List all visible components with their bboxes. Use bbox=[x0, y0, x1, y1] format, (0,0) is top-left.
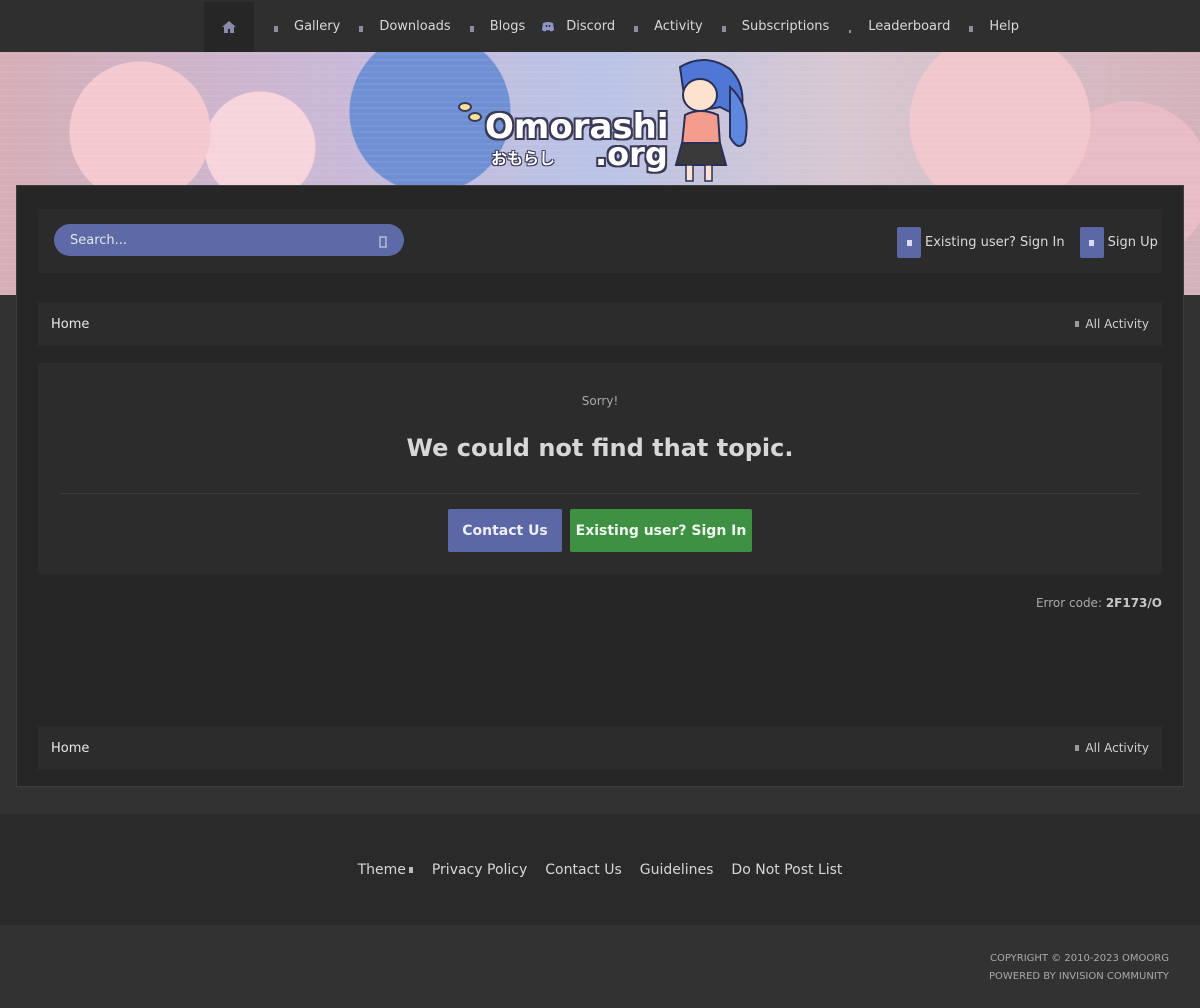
user-links: Existing user? Sign In Sign Up bbox=[897, 227, 1173, 258]
error-code-label: Error code: bbox=[1035, 596, 1102, 610]
nav-item-label: Gallery bbox=[294, 18, 341, 34]
privacy-policy-link[interactable]: Privacy Policy bbox=[432, 862, 527, 878]
all-activity-link[interactable]: All Activity bbox=[1075, 741, 1149, 755]
guidelines-link[interactable]: Guidelines bbox=[640, 862, 714, 878]
nav-item-label: Activity bbox=[654, 18, 703, 34]
signin-label: Existing user? Sign In bbox=[925, 235, 1065, 250]
home-icon bbox=[222, 18, 236, 37]
breadcrumb-bottom: Home All Activity bbox=[38, 726, 1162, 770]
signup-label: Sign Up bbox=[1107, 235, 1158, 250]
search-input[interactable] bbox=[70, 232, 360, 248]
nav-item-label: Discord bbox=[566, 18, 616, 34]
logo-kana: おもらし bbox=[491, 149, 556, 168]
user-plus-icon bbox=[1079, 227, 1104, 258]
key-icon bbox=[897, 227, 921, 258]
rss-icon bbox=[1075, 321, 1080, 327]
logo-tld: .org bbox=[595, 135, 668, 173]
divider bbox=[60, 493, 1140, 494]
nav-items: Gallery Downloads Blogs Discord Activity… bbox=[272, 0, 1036, 52]
drops-icon bbox=[458, 102, 482, 122]
breadcrumb-top: Home All Activity bbox=[38, 302, 1162, 346]
top-navigation: Gallery Downloads Blogs Discord Activity… bbox=[0, 0, 1200, 52]
bullet-icon bbox=[720, 22, 728, 32]
copyright: COPYRIGHT © 2010-2023 OMOORG POWERED BY … bbox=[989, 950, 1169, 986]
signup-link[interactable]: Sign Up bbox=[1079, 227, 1158, 258]
nav-item-discord[interactable]: Discord bbox=[542, 0, 615, 52]
nav-item-label: Blogs bbox=[489, 18, 526, 34]
rss-icon bbox=[1075, 745, 1080, 751]
discord-icon bbox=[542, 21, 555, 32]
bullet-icon bbox=[272, 22, 280, 32]
nav-item-gallery[interactable]: Gallery bbox=[272, 0, 340, 52]
bullet-icon bbox=[967, 22, 975, 32]
nav-home-button[interactable] bbox=[204, 2, 254, 52]
bullet-icon bbox=[846, 22, 854, 33]
search-icon bbox=[379, 236, 387, 248]
footer-links: Theme Privacy Policy Contact Us Guidelin… bbox=[0, 814, 1200, 925]
nav-item-downloads[interactable]: Downloads bbox=[357, 0, 451, 52]
caret-icon bbox=[408, 866, 413, 873]
nav-item-leaderboard[interactable]: Leaderboard bbox=[846, 0, 950, 52]
bullet-icon bbox=[632, 22, 640, 32]
signin-link[interactable]: Existing user? Sign In bbox=[897, 227, 1065, 258]
breadcrumb-home[interactable]: Home bbox=[51, 317, 89, 332]
nav-item-label: Downloads bbox=[379, 18, 451, 34]
site-logo[interactable]: Omorashi おもらし .org bbox=[455, 57, 750, 187]
theme-label: Theme bbox=[357, 861, 406, 878]
nav-item-blogs[interactable]: Blogs bbox=[468, 0, 526, 52]
theme-menu[interactable]: Theme bbox=[358, 862, 414, 878]
mascot-illustration bbox=[674, 59, 748, 182]
search-button[interactable] bbox=[378, 233, 392, 248]
bullet-icon bbox=[468, 22, 476, 32]
bullet-icon bbox=[357, 22, 365, 32]
nav-item-subscriptions[interactable]: Subscriptions bbox=[720, 0, 830, 52]
all-activity-link[interactable]: All Activity bbox=[1075, 317, 1149, 331]
nav-item-label: Help bbox=[989, 18, 1020, 34]
copyright-text[interactable]: COPYRIGHT © 2010-2023 OMOORG bbox=[989, 950, 1169, 968]
signin-button[interactable]: Existing user? Sign In bbox=[570, 509, 752, 552]
nav-item-label: Subscriptions bbox=[741, 18, 830, 34]
contact-us-button[interactable]: Contact Us bbox=[448, 509, 562, 552]
all-activity-label: All Activity bbox=[1085, 741, 1149, 755]
error-code: Error code: 2F173/O bbox=[1036, 596, 1162, 610]
nav-item-activity[interactable]: Activity bbox=[632, 0, 703, 52]
breadcrumb-home[interactable]: Home bbox=[51, 741, 89, 756]
error-sorry: Sorry! bbox=[581, 394, 619, 408]
error-message: We could not find that topic. bbox=[406, 434, 794, 462]
nav-item-help[interactable]: Help bbox=[967, 0, 1019, 52]
error-code-value: 2F173/O bbox=[1105, 596, 1162, 610]
error-panel: Sorry! We could not find that topic. Con… bbox=[38, 363, 1162, 574]
powered-by[interactable]: POWERED BY INVISION COMMUNITY bbox=[989, 968, 1169, 986]
contact-us-link[interactable]: Contact Us bbox=[545, 862, 621, 878]
all-activity-label: All Activity bbox=[1085, 317, 1149, 331]
do-not-post-list-link[interactable]: Do Not Post List bbox=[731, 862, 842, 878]
search-box bbox=[54, 224, 404, 256]
nav-item-label: Leaderboard bbox=[868, 18, 951, 34]
